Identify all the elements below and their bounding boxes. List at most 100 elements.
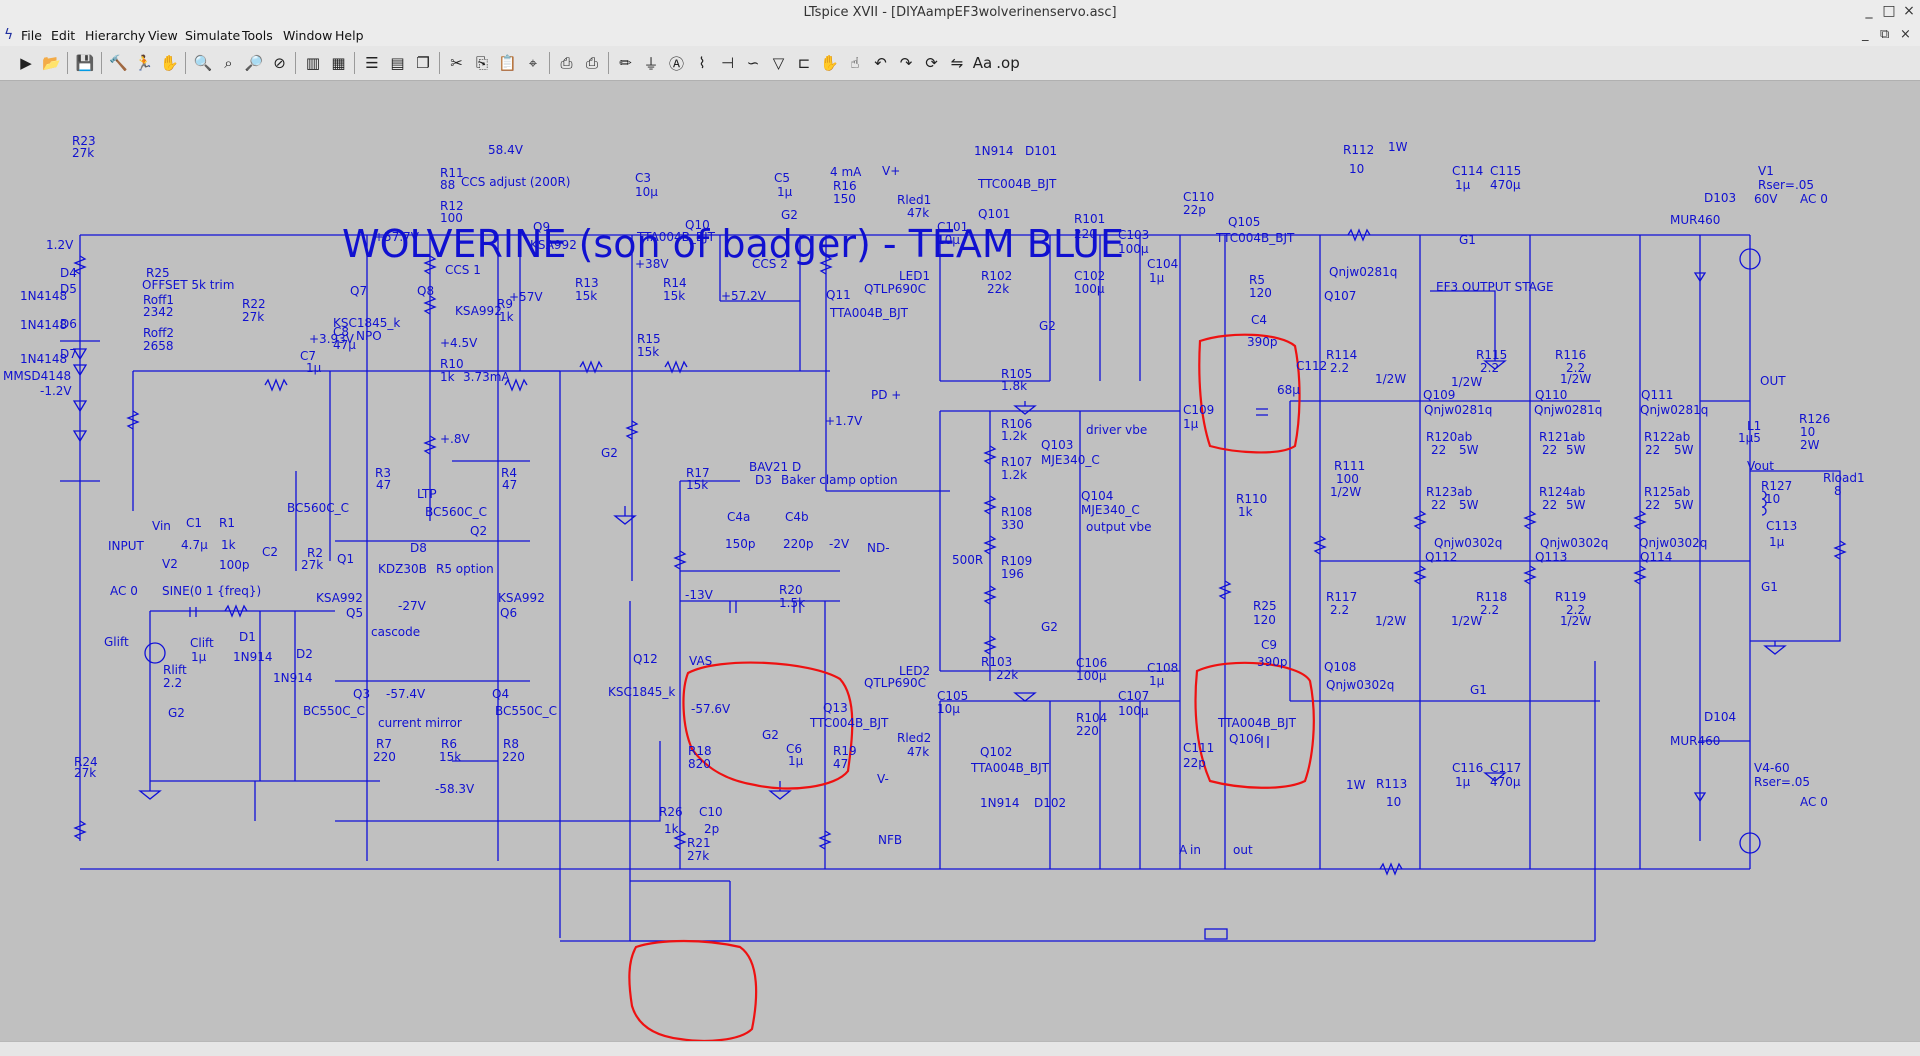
print-icon[interactable]: ⎙ [555, 51, 579, 75]
component-icon[interactable]: ⊏ [792, 51, 816, 75]
component-label: 15k [686, 478, 708, 492]
component-label: R117 [1326, 590, 1357, 604]
redo-icon[interactable]: ↷ [894, 51, 918, 75]
component-label: +3.93V [309, 332, 355, 346]
diode-icon[interactable]: ▽ [767, 51, 791, 75]
cascade-icon[interactable]: ❐ [411, 51, 435, 75]
paste-icon[interactable]: 📋 [496, 51, 520, 75]
component-label: TTC004B_BJT [977, 177, 1057, 191]
schematic-canvas[interactable]: WOLVERINE (son of badger) - TEAM BLUE R2… [0, 81, 1920, 1041]
component-label: R26 [659, 805, 683, 819]
spice-directive-icon[interactable]: .op [996, 51, 1020, 75]
component-label: 2342 [143, 305, 174, 319]
doc-close-icon[interactable]: × [1900, 27, 1911, 42]
text-icon[interactable]: Aa [971, 51, 995, 75]
component-label: D2 [296, 647, 313, 661]
component-label: driver vbe [1086, 423, 1147, 437]
component-label: 470µ [1490, 775, 1521, 789]
component-label: 1k [440, 370, 455, 384]
drag-icon[interactable]: ☝ [843, 51, 867, 75]
component-label: SINE(0 1 {freq}) [162, 584, 261, 598]
close-icon[interactable]: × [1900, 3, 1918, 19]
control-panel-icon[interactable]: 🔨 [107, 51, 131, 75]
find-icon[interactable]: ⌖ [521, 51, 545, 75]
component-label: R127 [1761, 479, 1792, 493]
component-label: KSC1845_k [333, 316, 400, 330]
component-label: 27k [74, 766, 96, 780]
menu-window[interactable]: Window [283, 28, 332, 43]
resistor-icon[interactable]: ⌇ [690, 51, 714, 75]
mirror-icon[interactable]: ⇋ [945, 51, 969, 75]
cut-icon[interactable]: ✂ [445, 51, 469, 75]
draw-wire-icon[interactable]: ✏ [614, 51, 638, 75]
doc-restore-icon[interactable]: ⧉ [1880, 27, 1889, 42]
capacitor-icon[interactable]: ⊣ [716, 51, 740, 75]
component-label: 22 [1431, 443, 1446, 457]
component-label: 1µ [191, 650, 207, 664]
zoom-fit-icon[interactable]: ⊘ [268, 51, 292, 75]
component-label: 1N914 [974, 144, 1014, 158]
component-label: PD + [871, 388, 901, 402]
component-label: 10µ [937, 702, 960, 716]
halt-icon[interactable]: 🏃 [132, 51, 156, 75]
component-label: R125ab [1644, 485, 1690, 499]
menu-file[interactable]: File [21, 28, 42, 43]
open-icon[interactable]: 📂 [40, 51, 64, 75]
menu-hierarchy[interactable]: Hierarchy [85, 28, 145, 43]
move-icon[interactable]: ✋ [818, 51, 842, 75]
component-label: BC560C_C [425, 505, 487, 519]
copy-icon[interactable]: ⎘ [470, 51, 494, 75]
tile-vertical-icon[interactable]: ▤ [386, 51, 410, 75]
component-label: G2 [762, 728, 779, 742]
print-setup-icon[interactable]: ⎙ [580, 51, 604, 75]
pan-icon[interactable]: ✋ [158, 51, 182, 75]
doc-minimize-icon[interactable]: _ [1862, 27, 1869, 42]
component-label: R107 [1001, 455, 1032, 469]
component-label: 470µ [1490, 178, 1521, 192]
component-label: Rser=.05 [1754, 775, 1810, 789]
run-icon[interactable]: ▶ [14, 51, 38, 75]
component-label: 22p [1183, 756, 1206, 770]
component-label: C101 [937, 220, 968, 234]
component-label: R108 [1001, 505, 1032, 519]
component-label: 196 [1001, 567, 1024, 581]
component-label: Q112 [1425, 550, 1457, 564]
component-label: 2.2 [1330, 361, 1349, 375]
component-label: 4 mA [830, 165, 862, 179]
component-label: 10 [1765, 492, 1780, 506]
ground-icon[interactable]: ⏚ [639, 51, 663, 75]
component-label: 390p [1247, 335, 1278, 349]
menu-edit[interactable]: Edit [51, 28, 75, 43]
minimize-icon[interactable]: _ [1860, 3, 1878, 19]
component-label: -57.4V [386, 687, 426, 701]
component-label: NPO [356, 329, 382, 343]
zoom-out-icon[interactable]: 🔎 [242, 51, 266, 75]
rotate-icon[interactable]: ⟳ [920, 51, 944, 75]
menu-tools[interactable]: Tools [242, 28, 273, 43]
label-net-icon[interactable]: Ⓐ [665, 51, 689, 75]
component-label: -13V [685, 588, 714, 602]
menu-simulate[interactable]: Simulate [185, 28, 240, 43]
component-label: 47 [376, 478, 391, 492]
component-label: Qnjw0281q [1640, 403, 1708, 417]
inductor-icon[interactable]: ∽ [741, 51, 765, 75]
maximize-icon[interactable]: □ [1880, 3, 1898, 19]
component-label: 1N914 [980, 796, 1020, 810]
tile-horizontal-icon[interactable]: ☰ [360, 51, 384, 75]
component-label: D1 [239, 630, 256, 644]
menu-help[interactable]: Help [335, 28, 364, 43]
component-label: D101 [1025, 144, 1057, 158]
zoom-pan-icon[interactable]: ⌕ [217, 51, 241, 75]
waveform-icon[interactable]: ▥ [301, 51, 325, 75]
component-label: V2 [162, 557, 178, 571]
component-label: 27k [72, 146, 94, 160]
component-label: R119 [1555, 590, 1586, 604]
menu-view[interactable]: View [148, 28, 178, 43]
component-label: 220 [373, 750, 396, 764]
undo-icon[interactable]: ↶ [869, 51, 893, 75]
zoom-in-icon[interactable]: 🔍 [191, 51, 215, 75]
autorange-icon[interactable]: ▦ [327, 51, 351, 75]
component-label: D103 [1704, 191, 1736, 205]
component-label: 47k [907, 206, 929, 220]
save-icon[interactable]: 💾 [73, 51, 97, 75]
